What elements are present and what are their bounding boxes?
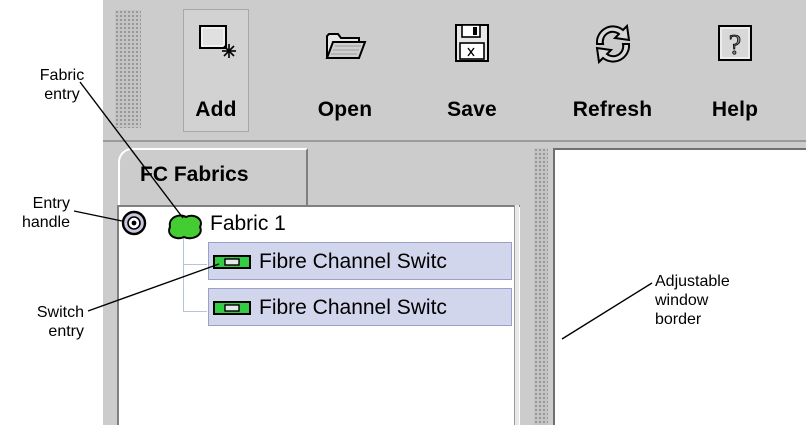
entry-handle-callout: Entry handle xyxy=(21,195,70,231)
window-border-callout: Adjustable window border xyxy=(655,273,730,328)
switch-entry-callout: Switch entry xyxy=(36,304,84,340)
callout-lines xyxy=(73,81,653,340)
fabric-entry-callout: Fabric entry xyxy=(39,67,85,103)
